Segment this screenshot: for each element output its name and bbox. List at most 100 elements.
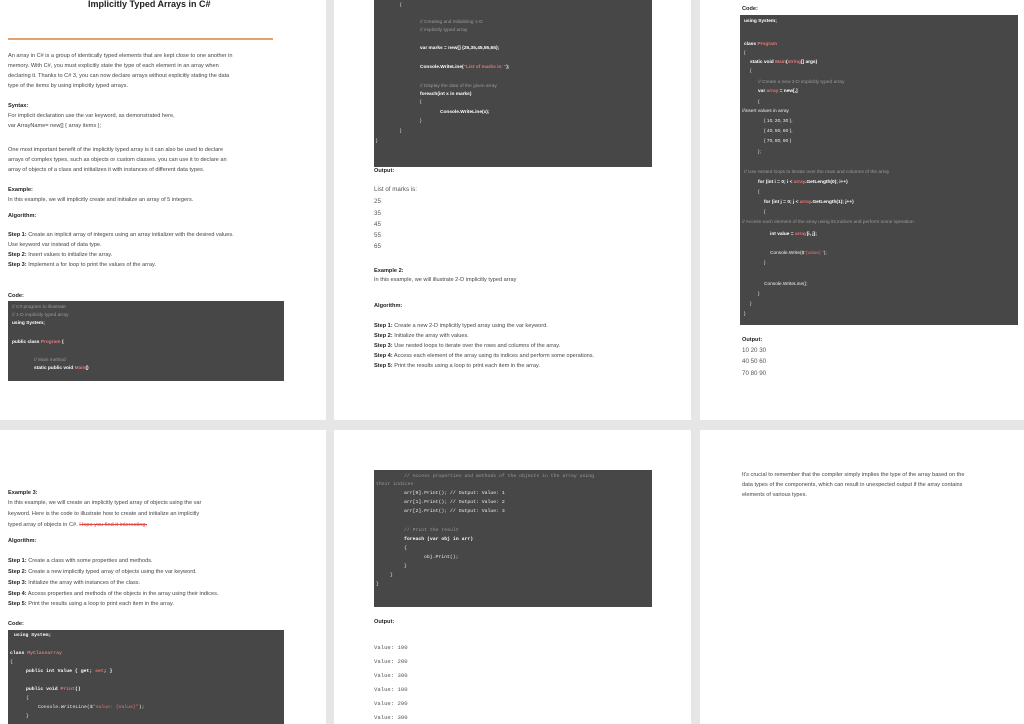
- title-underline: [8, 38, 273, 40]
- code-label: Code:: [8, 621, 24, 627]
- closing-line: data types of the components, which can …: [742, 482, 963, 488]
- algorithm-step: Step 5: Print the results using a loop t…: [374, 363, 540, 369]
- page-title: Implicitly Typed Arrays in C#: [88, 0, 211, 9]
- intro-line: An array in C# is a group of identically…: [8, 53, 233, 59]
- code-line: }: [400, 129, 402, 134]
- algorithm-step: Step 3: Initialize the array with instan…: [8, 580, 141, 586]
- code-line: {: [758, 100, 760, 105]
- code-line: }: [750, 302, 752, 307]
- code-line: }: [376, 582, 379, 587]
- algorithm-label: Algorithm:: [8, 213, 37, 219]
- algorithm-step: Step 1: Create a class with some propert…: [8, 558, 153, 564]
- output-line: Value: 200: [374, 700, 408, 707]
- code-line: foreach (var obj in arr): [404, 537, 474, 542]
- code-block: // Access properties and methods of the …: [374, 470, 652, 607]
- code-line: using System;: [12, 321, 45, 326]
- algorithm-step: Step 2: Insert values to initialize the …: [8, 252, 113, 258]
- example-line: keyword. Here is the code to illustrate …: [8, 511, 200, 517]
- code-line: static void Main(string[] args): [750, 60, 818, 65]
- page-5: // Access properties and methods of the …: [334, 430, 691, 724]
- code-line: }: [758, 292, 760, 297]
- code-block: { // Creating and initializing 1-D // im…: [374, 0, 652, 167]
- page-2: { // Creating and initializing 1-D // im…: [334, 0, 691, 420]
- code-line: {: [758, 190, 760, 195]
- algorithm-step: Step 2: Create a new implicitly typed ar…: [8, 569, 197, 575]
- syntax-line: var ArrayName= new[] { array items };: [8, 123, 102, 129]
- output-line: Value: 200: [374, 658, 408, 665]
- code-line: class MyClassarray: [10, 651, 62, 656]
- benefit-line: arrays of complex types, such as objects…: [8, 157, 227, 163]
- code-line: arr[0].Print(); // Output: Value: 1: [404, 491, 505, 496]
- code-line: Console.WriteLine($"Value: {Value}");: [38, 705, 145, 710]
- code-line: };: [758, 150, 761, 155]
- code-line: Console.WriteLine();: [764, 282, 808, 287]
- algorithm-step: Step 5: Print the results using a loop t…: [8, 601, 174, 607]
- example-label: Example 3:: [8, 490, 38, 496]
- code-line: {: [750, 69, 752, 74]
- output-line: 25: [374, 198, 381, 205]
- code-line: // Access properties and methods of the …: [404, 474, 594, 479]
- algorithm-step: Step 1: Create an implicit array of inte…: [8, 232, 234, 238]
- code-line: { 40, 50, 60 },: [764, 129, 793, 134]
- page-6: It's crucial to remember that the compil…: [700, 430, 1024, 724]
- code-line: Console.Write($"{value} ");: [770, 251, 827, 256]
- output-label: Output:: [742, 337, 763, 343]
- closing-line: It's crucial to remember that the compil…: [742, 472, 965, 478]
- code-line: }: [404, 564, 407, 569]
- code-line: { 10, 20, 30 },: [764, 119, 793, 124]
- code-line: public class Program {: [12, 340, 64, 345]
- code-line: their indices: [376, 482, 414, 487]
- output-line: 55: [374, 232, 381, 239]
- code-line: {: [420, 100, 422, 105]
- algorithm-step: Step 2: Initialize the array with values…: [374, 333, 469, 339]
- closing-line: elements of various types.: [742, 492, 807, 498]
- example-line: In this example, we will create an impli…: [8, 500, 202, 506]
- code-line: using System;: [744, 19, 777, 24]
- syntax-line: For implicit declaration use the var key…: [8, 113, 175, 119]
- code-line: {: [400, 3, 402, 8]
- code-line: {: [10, 660, 13, 665]
- intro-line: type of the items by using implicitly ty…: [8, 83, 129, 89]
- algorithm-step: Step 3: Use nested loops to iterate over…: [374, 343, 561, 349]
- output-line: 10 20 30: [742, 347, 767, 354]
- algorithm-step: Step 4: Access each element of the array…: [374, 353, 595, 359]
- example-text: In this example, we will illustrate 2-D …: [374, 277, 517, 283]
- code-line: }: [376, 139, 378, 144]
- syntax-label: Syntax:: [8, 103, 29, 109]
- output-label: Output:: [374, 168, 395, 174]
- code-line: }: [764, 261, 766, 266]
- code-line: for (int i = 0; i < array.GetLength(0); …: [758, 180, 848, 185]
- output-line: 35: [374, 210, 381, 217]
- code-block: using System; class MyClassarray { publi…: [8, 630, 284, 724]
- example-text: In this example, we will implicitly crea…: [8, 197, 194, 203]
- code-line: int value = array[i, j];: [770, 232, 817, 237]
- output-line: Value: 300: [374, 714, 408, 721]
- code-line: using System;: [14, 633, 52, 638]
- output-line: 45: [374, 221, 381, 228]
- code-line: // Use nested loops to iterate over the …: [744, 170, 890, 175]
- code-block: using System; class Program { static voi…: [740, 15, 1018, 325]
- output-line: 65: [374, 243, 381, 250]
- code-line: arr[1].Print(); // Output: Value: 2: [404, 500, 505, 505]
- code-line: class Program: [744, 42, 778, 47]
- code-line: public int Value { get; set; }: [26, 669, 113, 674]
- benefit-line: One most important benefit of the implic…: [8, 147, 224, 153]
- output-line: Value: 300: [374, 672, 408, 679]
- algorithm-step: Step 1: Create a new 2-D implicitly type…: [374, 323, 548, 329]
- algorithm-step: Step 3: Implement a for loop to print th…: [8, 262, 156, 268]
- code-line: }: [390, 573, 393, 578]
- code-line: arr[2].Print(); // Output: Value: 3: [404, 509, 505, 514]
- algorithm-step: Step 4: Access properties and methods of…: [8, 591, 219, 597]
- page-3: Code: using System; class Program { stat…: [700, 0, 1024, 420]
- benefit-line: array of objects of a class and initiali…: [8, 167, 205, 173]
- output-line: 70 80 90: [742, 370, 767, 377]
- code-line: var array = new[,]: [758, 89, 798, 94]
- example-label: Example:: [8, 187, 33, 193]
- code-line: // implicitly typed array: [420, 28, 468, 33]
- code-line: for (int j = 0; j < array.GetLength(1); …: [764, 200, 854, 205]
- page-1: Implicitly Typed Arrays in C# An array i…: [0, 0, 326, 420]
- intro-line: memory. With C#, you must explicitly sta…: [8, 63, 219, 69]
- code-line: }: [744, 312, 746, 317]
- output-line: 40 50 60: [742, 358, 767, 365]
- code-line: {: [26, 696, 29, 701]
